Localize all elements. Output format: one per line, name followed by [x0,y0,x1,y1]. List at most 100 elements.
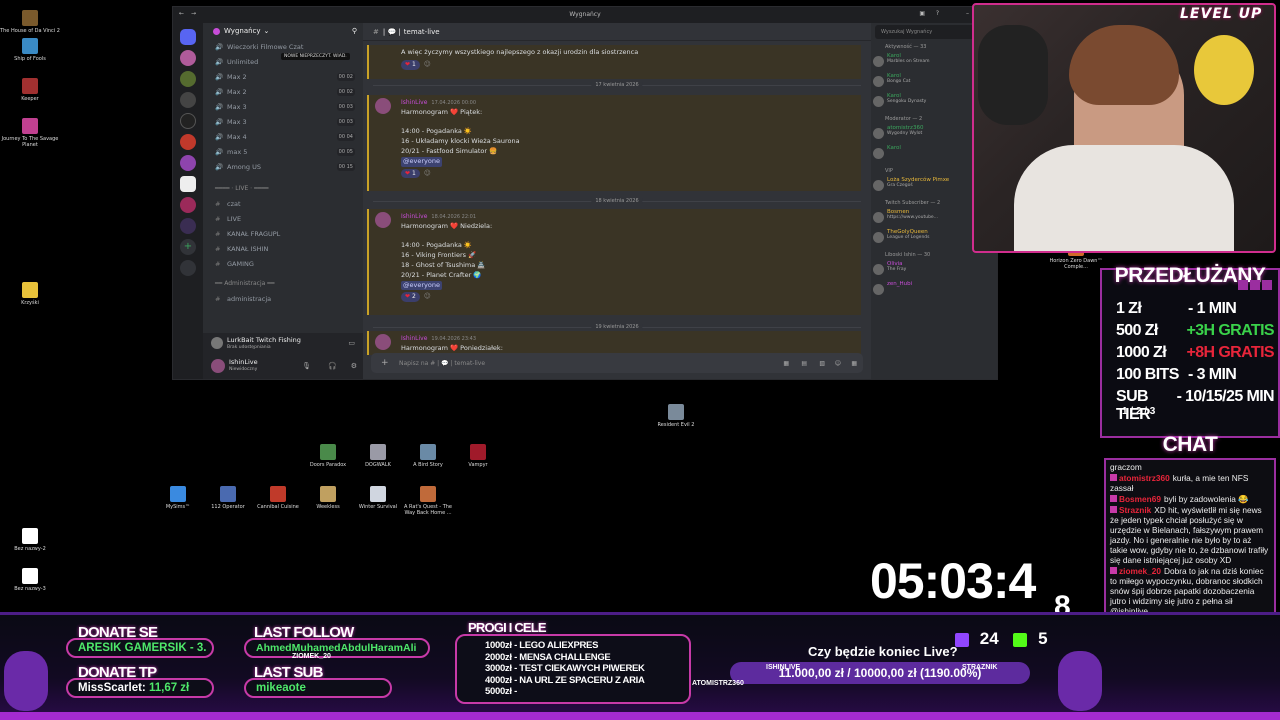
server-icon[interactable] [180,176,196,192]
member-item[interactable]: zen_Hubi [871,281,997,301]
add-reaction-icon[interactable]: ☺ [424,169,431,177]
voice-channel[interactable]: 🔊 Max 2 00 02 [203,69,363,84]
channel-name: Max 3 [227,117,247,126]
voice-channel[interactable]: 🔊 max 5 00 05 [203,144,363,159]
goals-label: PROGI I CELE [468,620,547,635]
server-icon[interactable] [180,134,196,150]
message-header: IshinLive 17.04.2026 00:00 [401,98,861,108]
voice-channel[interactable]: 🔊 Among US 00 15 [203,159,363,174]
poll-tag-right: STRAZNIK [962,664,998,671]
server-header[interactable]: Wygnańcy ⌄ ⚲ [203,23,363,39]
settings-gear-icon[interactable]: ⚙ [351,362,357,370]
server-icon[interactable] [180,218,196,234]
chat-line: Bosmen69 byli by zadowolenia 😂 [1110,494,1270,504]
author-avatar[interactable] [375,98,391,114]
desktop-icon[interactable]: Vampyr [448,444,508,468]
donate-se-value: ARESIK GAMERSIK - 3. [66,638,214,658]
add-attachment-icon[interactable]: + [381,358,389,368]
text-channel[interactable]: # KANAŁ FRAGUPL [203,226,363,241]
server-icon[interactable] [180,155,196,171]
gift-icon[interactable]: ▦ [783,360,789,367]
app-icon [420,486,436,502]
help-icon[interactable]: ? [936,10,939,17]
close-icon [1262,280,1272,290]
server-icon[interactable] [180,50,196,66]
message-author[interactable]: IshinLive [401,213,427,220]
user-avatar[interactable] [211,359,225,373]
speaker-icon: 🔊 [215,147,224,156]
inbox-icon[interactable]: ▣ [919,10,925,17]
server-icon[interactable] [180,197,196,213]
price-amount: 1 Zł [1116,300,1142,317]
category-live[interactable]: ━━━━ ⋅ LIVE ⋅ ━━━━ [203,180,363,196]
twitch-counts: 24 5 [955,629,1048,649]
reaction-heart[interactable]: ❤ 2 [401,292,420,303]
message-author[interactable]: IshinLive [401,99,427,106]
server-icon[interactable] [180,71,196,87]
price-row: 1000 Zł +8H GRATIS [1116,344,1275,362]
reaction-heart[interactable]: ❤ 1 [401,59,420,70]
add-reaction-icon[interactable]: ☺ [424,292,431,300]
emoji-icon[interactable]: ☺ [835,360,841,367]
text-channel[interactable]: # KANAŁ ISHIN [203,241,363,256]
back-icon[interactable]: ← [179,10,184,17]
text-channel[interactable]: # LIVE [203,211,363,226]
screen-share-icon[interactable]: ▭ [348,339,355,347]
discover-icon[interactable] [180,260,196,276]
microphone-icon[interactable]: 🎙 [302,362,311,370]
text-channel[interactable]: # administracja [203,291,363,306]
member-item[interactable]: Olivia The Fray [871,261,997,281]
category-administracja[interactable]: ━━ Administracja ━━ [203,275,363,291]
desktop-icon[interactable]: Krzyśki [0,282,60,306]
reaction-heart[interactable]: ❤ 1 [401,168,420,179]
discord-home-icon[interactable] [180,29,196,45]
apps-icon[interactable]: ▦ [851,360,857,367]
server-icon[interactable] [180,92,196,108]
heart-icon: ❤ [405,60,411,68]
add-server-icon[interactable]: + [180,239,196,255]
desktop-icon[interactable]: Ship of Fools [0,38,60,62]
level-up-logo: LEVEL UP [1180,6,1263,22]
message-input[interactable]: + Napisz na # | 💬 | temat-live ▦ ▤ ▧ ☺ ▦ [371,353,863,373]
author-avatar[interactable] [375,334,391,350]
chat-badge-icon [1110,495,1117,502]
desktop-icon[interactable]: Bez nazwy-3 [0,568,60,592]
message-header: IshinLive 19.04.2026 23:43 [401,334,861,344]
desktop-icon[interactable]: Journey To The Savage Planet [0,118,60,148]
desktop-icon[interactable]: Keeper [0,78,60,102]
voice-channel[interactable]: 🔊 Wieczorki Filmowe Czat [203,39,363,54]
app-icon [370,486,386,502]
headphones-icon[interactable]: 🎧 [328,362,337,370]
everyone-mention[interactable]: @everyone [401,280,442,291]
voice-channel[interactable]: 🔊 Max 3 00 03 [203,114,363,129]
add-member-icon[interactable]: ⚲ [352,27,357,35]
goal-item: 5000zł - [485,686,517,697]
author-avatar[interactable] [375,212,391,228]
voice-channel[interactable]: 🔊 Max 3 00 03 [203,99,363,114]
desktop-icon[interactable]: The House of Da Vinci 2 [0,10,60,34]
message-line [401,232,861,242]
sticker-icon[interactable]: ▧ [819,360,825,367]
price-amount: 1000 Zł [1116,344,1167,361]
message-author[interactable]: IshinLive [401,335,427,342]
chat-text: graczom [1110,462,1142,472]
text-channel[interactable]: # czat [203,196,363,211]
everyone-mention[interactable]: @everyone [401,156,442,167]
member-avatar [873,56,884,67]
desktop-icon[interactable]: A Rat's Quest - The Way Back Home ... [398,486,458,516]
forward-icon[interactable]: → [191,10,196,17]
minimize-icon[interactable]: – [966,10,969,17]
desktop-icon[interactable]: Bez nazwy-2 [0,528,60,552]
voice-channel[interactable]: 🔊 Max 2 00 02 [203,84,363,99]
voice-channel[interactable]: 🔊 Max 4 00 04 [203,129,363,144]
last-sub-value: mikeaote [244,678,392,698]
user-name[interactable]: IshinLive [229,358,258,366]
gif-icon[interactable]: ▤ [801,360,807,367]
hair [1069,25,1179,105]
add-reaction-icon[interactable]: ☺ [424,60,431,68]
server-icon[interactable] [180,113,196,129]
text-channel[interactable]: # GAMING [203,256,363,271]
input-placeholder: Napisz na # | 💬 | temat-live [399,359,486,367]
twitch-viewers-icon [955,632,969,647]
desktop-icon[interactable]: Resident Evil 2 [646,404,706,428]
